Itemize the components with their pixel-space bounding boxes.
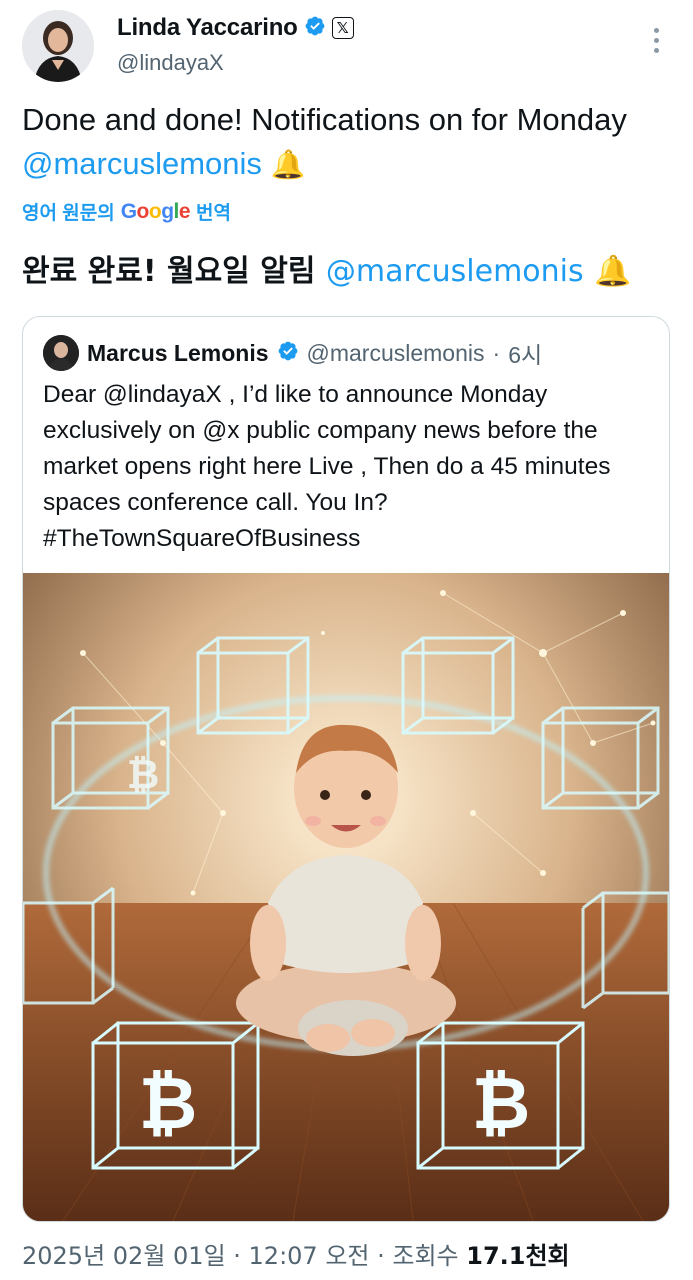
bitcoin-icon: ₿ <box>139 1061 198 1145</box>
tweet-meta: 2025년 02월 01일 · 12:07 오전 · 조회수 17.1천회 <box>22 1236 570 1271</box>
author-avatar[interactable] <box>22 10 94 82</box>
google-logo: Google <box>120 199 191 223</box>
view-count[interactable]: 17.1천회 <box>466 1242 569 1270</box>
bitcoin-icon: ₿ <box>472 1061 531 1145</box>
quoted-tweet-header: Marcus Lemonis @marcuslemonis · 6시 <box>43 335 542 371</box>
x-logo-icon: 𝕏 <box>331 17 354 39</box>
translation-label[interactable]: 영어 원문의 Google 번역 <box>22 198 231 225</box>
translated-text: 완료 완료! 월요일 알림 @marcuslemonis 🔔 <box>22 246 672 290</box>
tweet-text-body: Done and done! Notifications on for Mond… <box>22 102 627 137</box>
translated-mention-link[interactable]: @marcuslemonis <box>326 254 584 289</box>
tweet-text: Done and done! Notifications on for Mond… <box>22 98 662 187</box>
author-handle[interactable]: @lindayaX <box>117 50 224 76</box>
quoted-tweet-body: Dear @lindayaX , I’d like to announce Mo… <box>43 381 611 552</box>
translated-text-body: 완료 완료! 월요일 알림 <box>22 254 326 289</box>
quoted-verified-badge-icon <box>277 340 299 367</box>
translated-bell-emoji: 🔔 <box>594 254 632 289</box>
quoted-time[interactable]: 6시 <box>508 336 542 370</box>
quoted-author-handle[interactable]: @marcuslemonis <box>307 340 485 367</box>
quoted-author-name[interactable]: Marcus Lemonis <box>87 340 269 367</box>
quoted-author-avatar[interactable] <box>43 335 79 371</box>
mention-link[interactable]: @marcuslemonis <box>22 146 262 181</box>
tweet-timestamp[interactable]: 2025년 02월 01일 · 12:07 오전 · 조회수 <box>22 1242 466 1270</box>
quoted-tweet-image[interactable]: ₿ ₿ ₿ <box>23 573 669 1221</box>
author-name[interactable]: Linda Yaccarino <box>117 14 298 42</box>
quoted-separator: · <box>492 339 501 366</box>
author-name-row: Linda Yaccarino 𝕏 <box>117 14 354 42</box>
bitcoin-icon: ₿ <box>127 752 160 798</box>
quoted-tweet[interactable]: Marcus Lemonis @marcuslemonis · 6시 Dear … <box>22 316 670 1222</box>
verified-badge-icon <box>304 15 326 42</box>
tweet-header: Linda Yaccarino 𝕏 @lindayaX <box>22 10 672 84</box>
more-vertical-icon[interactable] <box>654 28 660 54</box>
translation-label-prefix: 영어 원문의 <box>22 203 115 224</box>
bell-emoji: 🔔 <box>270 149 306 180</box>
translation-label-suffix: 번역 <box>196 203 232 224</box>
